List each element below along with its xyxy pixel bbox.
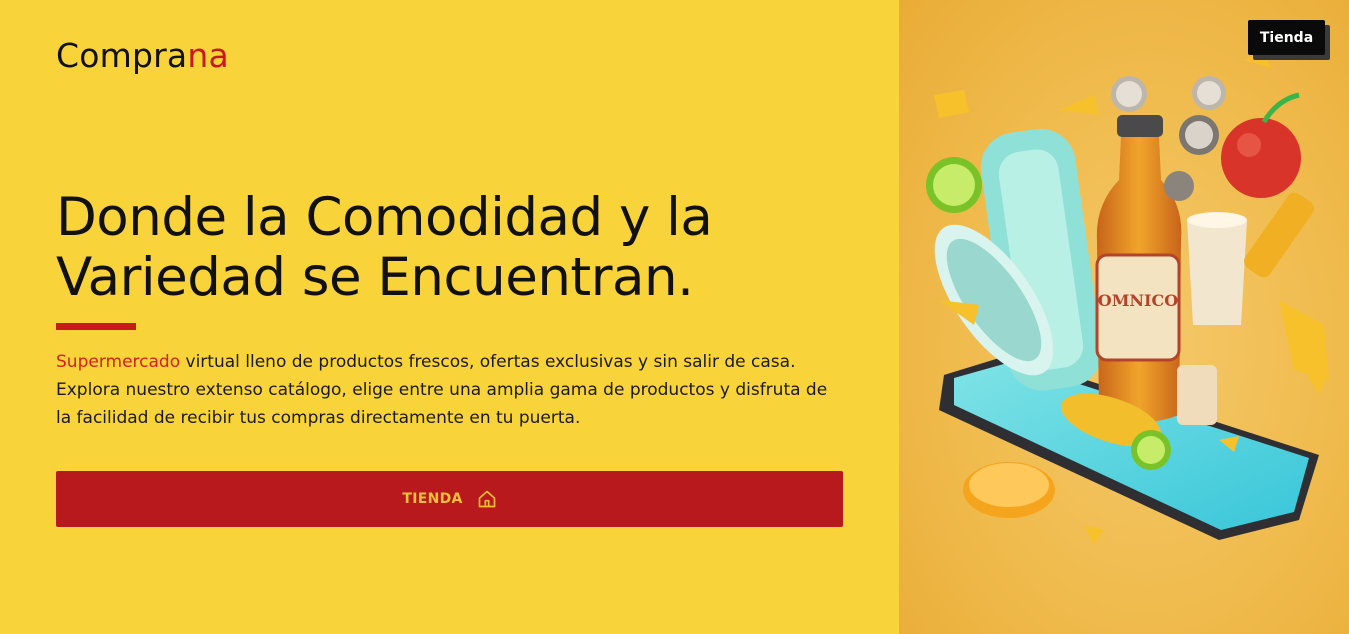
store-button[interactable]: Tienda <box>1248 20 1325 55</box>
home-icon <box>478 490 495 508</box>
grocery-phone-illustration: OMNICO <box>926 52 1329 545</box>
hero-headline: Donde la Comodidad y la Variedad se Encu… <box>56 187 713 308</box>
shop-cta-button[interactable]: TIENDA <box>56 471 843 527</box>
shop-cta-label: TIENDA <box>402 491 463 507</box>
headline-underline <box>56 323 136 330</box>
logo[interactable]: Comprana <box>56 36 229 75</box>
hero-description: Supermercado virtual lleno de productos … <box>56 348 846 432</box>
logo-text: Compra <box>56 36 188 75</box>
description-highlight: Supermercado <box>56 352 181 372</box>
logo-accent-text: na <box>187 36 229 75</box>
bottle-label: OMNICO <box>1098 291 1178 310</box>
hero-illustration: OMNICO <box>899 0 1349 634</box>
hero-section: Comprana Donde la Comodidad y la Varieda… <box>0 0 899 634</box>
